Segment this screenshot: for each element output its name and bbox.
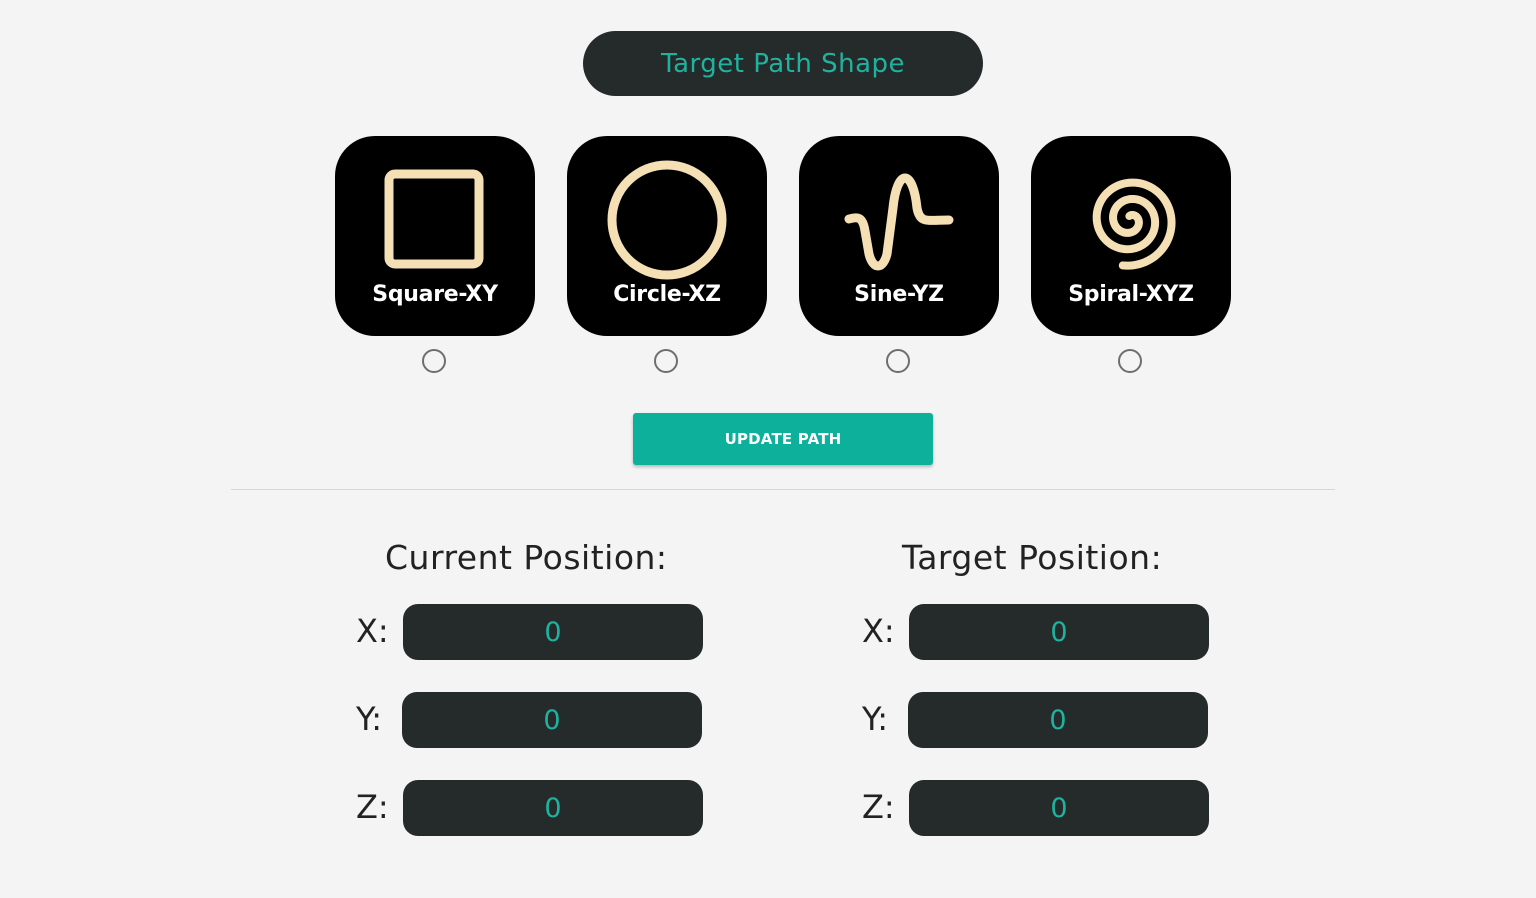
shape-card-spiral[interactable]: Spiral-XYZ (1031, 136, 1231, 336)
radio-spiral-xyz[interactable] (1118, 349, 1142, 373)
shape-label: Sine-YZ (854, 282, 944, 307)
page: Target Path Shape Square-XY Circle-XZ Si… (0, 0, 1536, 898)
current-y-value: 0 (402, 692, 702, 748)
target-position-heading: Target Position: (902, 538, 1163, 577)
current-z-label: Z: (356, 788, 389, 826)
shape-label: Circle-XZ (613, 282, 721, 307)
target-z-value: 0 (909, 780, 1209, 836)
shape-card-sine[interactable]: Sine-YZ (799, 136, 999, 336)
current-x-value: 0 (403, 604, 703, 660)
current-x-label: X: (356, 612, 389, 650)
radio-circle-xz[interactable] (654, 349, 678, 373)
update-path-button[interactable]: UPDATE PATH (633, 413, 933, 465)
target-y-value: 0 (908, 692, 1208, 748)
current-z-value: 0 (403, 780, 703, 836)
current-position-heading: Current Position: (385, 538, 668, 577)
target-x-value: 0 (909, 604, 1209, 660)
target-x-label: X: (862, 612, 895, 650)
shape-label: Square-XY (372, 282, 498, 307)
shape-card-circle[interactable]: Circle-XZ (567, 136, 767, 336)
current-y-label: Y: (356, 700, 383, 738)
shape-card-square[interactable]: Square-XY (335, 136, 535, 336)
target-y-label: Y: (862, 700, 889, 738)
page-title: Target Path Shape (583, 31, 983, 96)
divider (231, 489, 1335, 490)
radio-square-xy[interactable] (422, 349, 446, 373)
target-z-label: Z: (862, 788, 895, 826)
shape-label: Spiral-XYZ (1068, 282, 1194, 307)
radio-sine-yz[interactable] (886, 349, 910, 373)
